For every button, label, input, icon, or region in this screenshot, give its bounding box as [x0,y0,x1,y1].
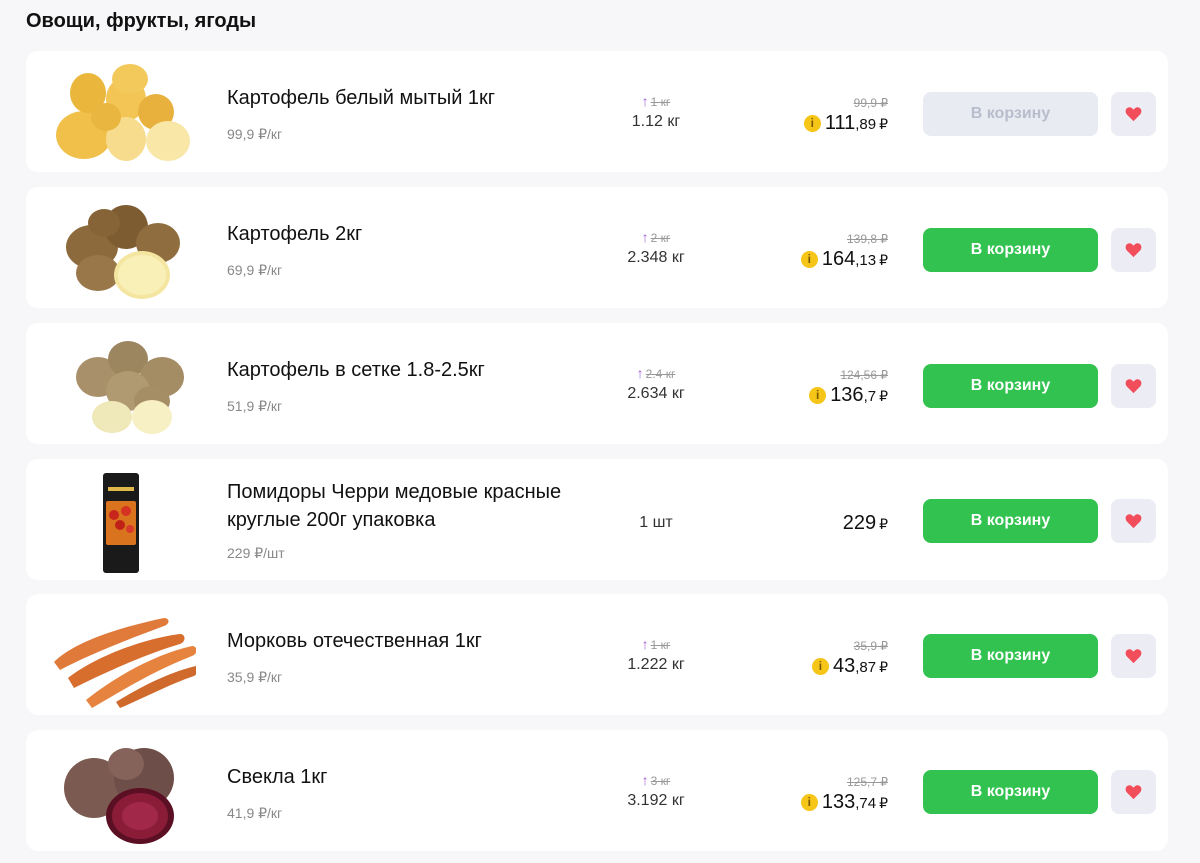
unit-price: 51,9 ₽/кг [227,398,283,414]
arrow-up-icon: ↑ [641,636,649,652]
old-price: 125,7 ₽ [847,775,888,789]
arrow-up-icon: ↑ [636,365,644,381]
carrots-image[interactable] [46,600,196,709]
price: 124,56 ₽ i 136,7 ₽ [809,368,888,407]
new-quantity: 1.12 кг [631,113,681,130]
add-to-cart-button[interactable]: В корзину [923,92,1098,136]
coin-icon: i [809,387,827,404]
current-price: i 111,89 ₽ [803,112,888,135]
coin-icon: i [803,115,821,132]
unit-price: 41,9 ₽/кг [227,805,283,821]
old-price: 35,9 ₽ [853,639,888,653]
price: 125,7 ₽ i 133,74 ₽ [800,775,888,814]
add-to-cart-button[interactable]: В корзину [923,499,1098,543]
quantity: ↑ 2 кг 2.348 кг [571,229,741,267]
white-potatoes-image[interactable] [46,57,196,166]
new-quantity: 2.634 кг [627,385,685,402]
product-name[interactable]: Морковь отечественная 1кг [227,627,587,655]
add-to-cart-button[interactable]: В корзину [923,364,1098,408]
product-name[interactable]: Свекла 1кг [227,763,587,791]
product-row: Свекла 1кг 41,9 ₽/кг ↑ 3 кг 3.192 кг 125,… [26,730,1168,851]
unit-price: 35,9 ₽/кг [227,669,283,685]
old-price: 124,56 ₽ [840,368,888,382]
heart-icon [1125,785,1142,800]
old-price: 99,9 ₽ [853,96,888,110]
product-name[interactable]: Картофель 2кг [227,220,587,248]
arrow-up-icon: ↑ [641,229,649,245]
coin-icon: i [800,251,818,268]
add-to-cart-button[interactable]: В корзину [923,228,1098,272]
quantity: ↑ 1 кг 1.12 кг [571,93,741,131]
unit-price: 69,9 ₽/кг [227,262,283,278]
current-price: i 133,74 ₽ [800,791,888,814]
unit-price: 229 ₽/шт [227,545,285,561]
heart-icon [1125,379,1142,394]
old-quantity: 1 кг [650,95,671,109]
favorite-button[interactable] [1111,499,1156,543]
quantity: ↑ 2.4 кг 2.634 кг [571,365,741,403]
brown-potatoes-image[interactable] [46,193,196,302]
quantity: ↑ 1 кг 1.222 кг [571,636,741,674]
heart-icon [1125,243,1142,258]
arrow-up-icon: ↑ [641,93,649,109]
price: 229 ₽ [843,510,888,535]
new-quantity: 1 шт [639,514,673,531]
product-row: Помидоры Черри медовые красные круглые 2… [26,459,1168,580]
product-name[interactable]: Картофель в сетке 1.8-2.5кг [227,356,587,384]
favorite-button[interactable] [1111,634,1156,678]
quantity: ↑ 3 кг 3.192 кг [571,772,741,810]
new-quantity: 1.222 кг [627,656,685,673]
potatoes-image[interactable] [46,329,196,438]
product-name[interactable]: Картофель белый мытый 1кг [227,84,587,112]
old-quantity: 3 кг [650,774,671,788]
price: 139,8 ₽ i 164,13 ₽ [800,232,888,271]
old-quantity: 1 кг [650,638,671,652]
old-price: 139,8 ₽ [847,232,888,246]
cherry-tomato-pack-image[interactable] [46,465,196,574]
heart-icon [1125,649,1142,664]
heart-icon [1125,107,1142,122]
section-title: Овощи, фрукты, ягоды [26,10,257,32]
heart-icon [1125,514,1142,529]
product-name[interactable]: Помидоры Черри медовые красные круглые 2… [227,478,587,534]
current-price: 229 ₽ [842,512,888,534]
arrow-up-icon: ↑ [641,772,649,788]
coin-icon: i [800,794,818,811]
favorite-button[interactable] [1111,92,1156,136]
current-price: i 136,7 ₽ [809,384,888,407]
product-row: Картофель в сетке 1.8-2.5кг 51,9 ₽/кг ↑ 2… [26,323,1168,444]
price: 35,9 ₽ i 43,87 ₽ [811,639,888,678]
unit-price: 99,9 ₽/кг [227,126,283,142]
add-to-cart-button[interactable]: В корзину [923,634,1098,678]
product-row: Картофель белый мытый 1кг 99,9 ₽/кг ↑ 1 к… [26,51,1168,172]
current-price: i 43,87 ₽ [811,655,888,678]
old-quantity: 2.4 кг [645,367,676,381]
add-to-cart-button[interactable]: В корзину [923,770,1098,814]
current-price: i 164,13 ₽ [800,248,888,271]
new-quantity: 2.348 кг [627,249,685,266]
favorite-button[interactable] [1111,228,1156,272]
product-row: Картофель 2кг 69,9 ₽/кг ↑ 2 кг 2.348 кг 1… [26,187,1168,308]
coin-icon: i [811,658,829,675]
favorite-button[interactable] [1111,770,1156,814]
product-row: Морковь отечественная 1кг 35,9 ₽/кг ↑ 1 к… [26,594,1168,715]
favorite-button[interactable] [1111,364,1156,408]
beetroot-image[interactable] [46,736,196,845]
old-quantity: 2 кг [650,231,671,245]
new-quantity: 3.192 кг [627,792,685,809]
price: 99,9 ₽ i 111,89 ₽ [803,96,888,135]
quantity: 1 шт [571,512,741,532]
